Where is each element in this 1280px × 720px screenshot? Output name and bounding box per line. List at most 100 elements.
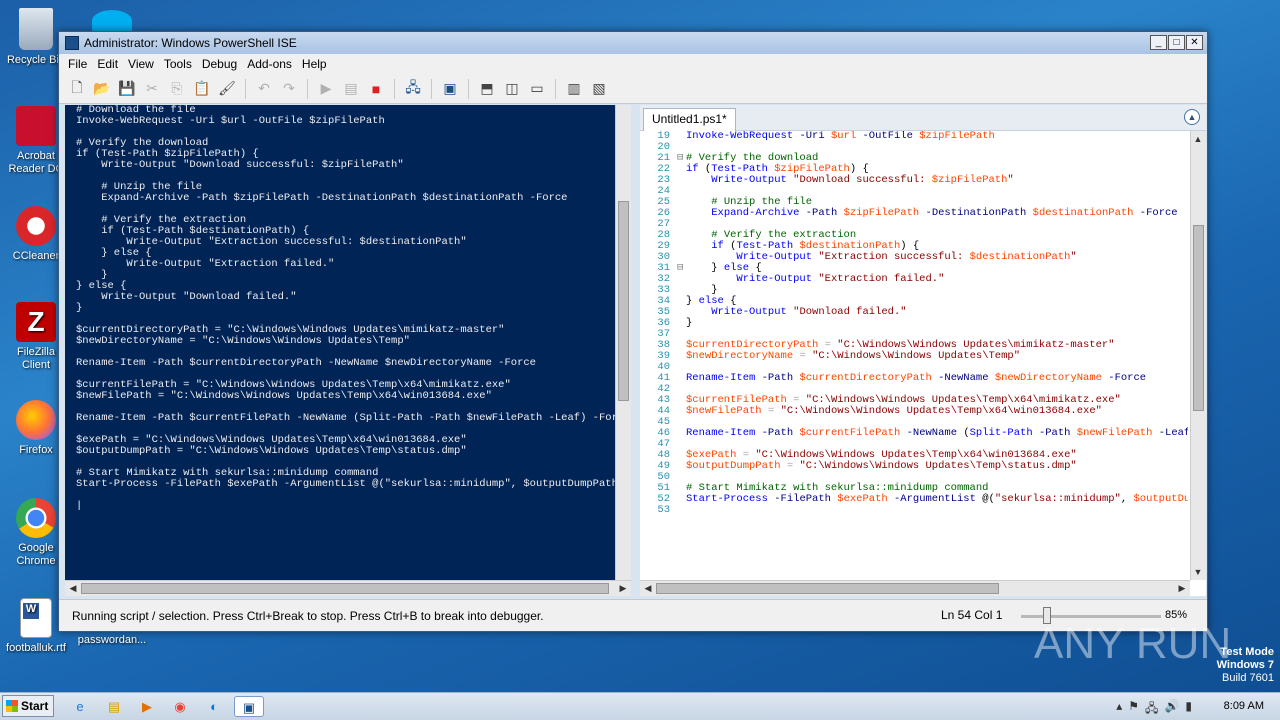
tray-expand-icon[interactable]: ▴ bbox=[1116, 699, 1122, 720]
desktop-icon-label: Firefox bbox=[19, 444, 53, 456]
network-icon[interactable]: 🖧 bbox=[1145, 699, 1158, 720]
show-addon-icon[interactable]: ▧ bbox=[589, 79, 609, 99]
scroll-down-icon[interactable]: ▼ bbox=[1191, 565, 1205, 579]
scroll-left-icon[interactable]: ◀ bbox=[641, 581, 655, 595]
layout-maximize-icon[interactable]: ▭ bbox=[527, 79, 547, 99]
anyrun-watermark: ANY RUN bbox=[1034, 612, 1231, 674]
powershell-console-icon[interactable]: ▣ bbox=[440, 79, 460, 99]
scrollbar-thumb[interactable] bbox=[618, 201, 629, 401]
open-icon[interactable]: 📂 bbox=[92, 79, 112, 99]
code-editor[interactable]: 19 20 21 22 23 24 25 26 27 28 29 30 31 3… bbox=[640, 131, 1188, 580]
remote-powershell-icon[interactable]: 🖧 bbox=[403, 79, 423, 99]
cursor-position: Ln 54 Col 1 bbox=[941, 608, 1003, 622]
start-button[interactable]: Start bbox=[2, 695, 54, 717]
recycle-bin-icon bbox=[19, 8, 53, 50]
run-script-icon[interactable]: ▶ bbox=[316, 79, 336, 99]
console-horizontal-scrollbar[interactable]: ◀ ▶ bbox=[65, 580, 631, 596]
menu-edit[interactable]: Edit bbox=[92, 57, 123, 71]
volume-icon[interactable]: 🔊 bbox=[1164, 699, 1179, 720]
toolbar-separator bbox=[555, 78, 556, 99]
desktop-icon-label: Google Chrome bbox=[16, 542, 56, 567]
scroll-left-icon[interactable]: ◀ bbox=[66, 581, 80, 595]
console-output: # Download the file Invoke-WebRequest -U… bbox=[76, 105, 631, 512]
title-bar[interactable]: Administrator: Windows PowerShell ISE _ … bbox=[59, 32, 1207, 54]
taskbar-clock[interactable]: 8:09 AM bbox=[1224, 700, 1264, 712]
menu-add-ons[interactable]: Add-ons bbox=[242, 57, 297, 71]
scrollbar-thumb[interactable] bbox=[656, 583, 999, 594]
stop-icon[interactable]: ■ bbox=[366, 79, 386, 99]
minimize-button[interactable]: _ bbox=[1150, 35, 1167, 50]
desktop-icon-passwordan[interactable]: passwordan... bbox=[74, 634, 150, 647]
system-tray: ▴ ⚑ 🖧 🔊 ▮ bbox=[1116, 699, 1192, 720]
desktop-icon-label: passwordan... bbox=[77, 634, 147, 646]
test-mode-line3: Build 7601 bbox=[1222, 672, 1274, 684]
copy-icon[interactable]: ⎘ bbox=[167, 79, 187, 99]
console-pane[interactable]: # Download the file Invoke-WebRequest -U… bbox=[65, 105, 631, 596]
skype-icon[interactable] bbox=[92, 10, 132, 32]
menu-tools[interactable]: Tools bbox=[159, 57, 197, 71]
test-mode-line2: Windows 7 bbox=[1216, 659, 1274, 671]
editor-vertical-scrollbar[interactable]: ▲ ▼ bbox=[1190, 131, 1206, 580]
menu-view[interactable]: View bbox=[123, 57, 159, 71]
media-player-taskbar-icon[interactable]: ▶ bbox=[135, 696, 159, 717]
layout-top-icon[interactable]: ⬒ bbox=[477, 79, 497, 99]
powershell-icon bbox=[65, 36, 79, 50]
layout-right-icon[interactable]: ◫ bbox=[502, 79, 522, 99]
undo-icon[interactable]: ↶ bbox=[254, 79, 274, 99]
scroll-up-icon[interactable]: ▲ bbox=[1191, 132, 1205, 146]
menu-file[interactable]: File bbox=[63, 57, 92, 71]
clear-console-icon[interactable]: 🖌 bbox=[217, 79, 237, 99]
window-title: Administrator: Windows PowerShell ISE bbox=[84, 36, 297, 50]
toolbar-separator bbox=[431, 78, 432, 99]
acrobat-icon bbox=[16, 106, 56, 146]
new-icon[interactable]: 🗋 bbox=[67, 79, 87, 99]
status-message: Running script / selection. Press Ctrl+B… bbox=[72, 609, 544, 623]
powershell-ise-window: Administrator: Windows PowerShell ISE _ … bbox=[58, 31, 1208, 632]
save-icon[interactable]: 💾 bbox=[117, 79, 137, 99]
filezilla-icon: Z bbox=[16, 302, 56, 342]
collapse-script-pane-icon[interactable]: ▲ bbox=[1184, 109, 1200, 125]
editor-tabstrip: Untitled1.ps1* ▲ bbox=[640, 105, 1206, 131]
scrollbar-thumb[interactable] bbox=[81, 583, 609, 594]
desktop-icon-label: CCleaner bbox=[12, 250, 60, 262]
editor-horizontal-scrollbar[interactable]: ◀ ▶ bbox=[640, 580, 1190, 596]
menu-help[interactable]: Help bbox=[297, 57, 332, 71]
paste-icon[interactable]: 📋 bbox=[192, 79, 212, 99]
taskbar: Start e ▤ ▶ ◉ ◐ ▣ ▴ ⚑ 🖧 🔊 ▮ 8:09 AM bbox=[0, 692, 1280, 720]
ie-taskbar-icon[interactable]: e bbox=[68, 696, 92, 717]
line-numbers: 19 20 21 22 23 24 25 26 27 28 29 30 31 3… bbox=[657, 131, 670, 516]
tab-untitled1[interactable]: Untitled1.ps1* bbox=[643, 108, 736, 131]
fold-markers: ⊟ ⊟ bbox=[677, 152, 684, 274]
toolbar: 🗋 📂 💾 ✂ ⎘ 📋 🖌 ↶ ↷ ▶ ▤ ■ 🖧 ▣ ⬒ ◫ ▭ ▥ ▧ bbox=[59, 74, 1207, 104]
firefox-icon bbox=[16, 400, 56, 440]
maximize-button[interactable]: □ bbox=[1168, 35, 1185, 50]
word-document-icon: W bbox=[20, 598, 52, 638]
anyrun-logo-icon: ANY RUN bbox=[1034, 619, 1231, 668]
console-vertical-scrollbar[interactable] bbox=[615, 105, 631, 580]
script-code: Invoke-WebRequest -Uri $url -OutFile $zi… bbox=[686, 131, 1188, 505]
desktop-icon-label: footballuk.rtf bbox=[6, 642, 66, 654]
ccleaner-icon bbox=[16, 206, 56, 246]
edge-taskbar-icon[interactable]: ◐ bbox=[202, 696, 226, 717]
redo-icon[interactable]: ↷ bbox=[279, 79, 299, 99]
cut-icon[interactable]: ✂ bbox=[142, 79, 162, 99]
menu-bar: File Edit View Tools Debug Add-ons Help bbox=[59, 54, 1207, 74]
chrome-taskbar-icon[interactable]: ◉ bbox=[168, 696, 192, 717]
desktop-icon-label: FileZilla Client bbox=[17, 346, 55, 371]
action-center-icon[interactable]: ⚑ bbox=[1128, 699, 1139, 720]
menu-debug[interactable]: Debug bbox=[197, 57, 242, 71]
run-selection-icon[interactable]: ▤ bbox=[341, 79, 361, 99]
power-icon[interactable]: ▮ bbox=[1185, 699, 1192, 720]
toolbar-separator bbox=[245, 78, 246, 99]
close-button[interactable]: ✕ bbox=[1186, 35, 1203, 50]
show-command-icon[interactable]: ▥ bbox=[564, 79, 584, 99]
powershell-ise-taskbar-icon[interactable]: ▣ bbox=[234, 696, 264, 717]
desktop-icon-label: Acrobat Reader DC bbox=[8, 150, 64, 175]
toolbar-separator bbox=[468, 78, 469, 99]
scroll-right-icon[interactable]: ▶ bbox=[616, 581, 630, 595]
chrome-icon bbox=[16, 498, 56, 538]
scrollbar-thumb[interactable] bbox=[1193, 225, 1204, 411]
scroll-right-icon[interactable]: ▶ bbox=[1175, 581, 1189, 595]
toolbar-separator bbox=[307, 78, 308, 99]
explorer-taskbar-icon[interactable]: ▤ bbox=[102, 696, 126, 717]
